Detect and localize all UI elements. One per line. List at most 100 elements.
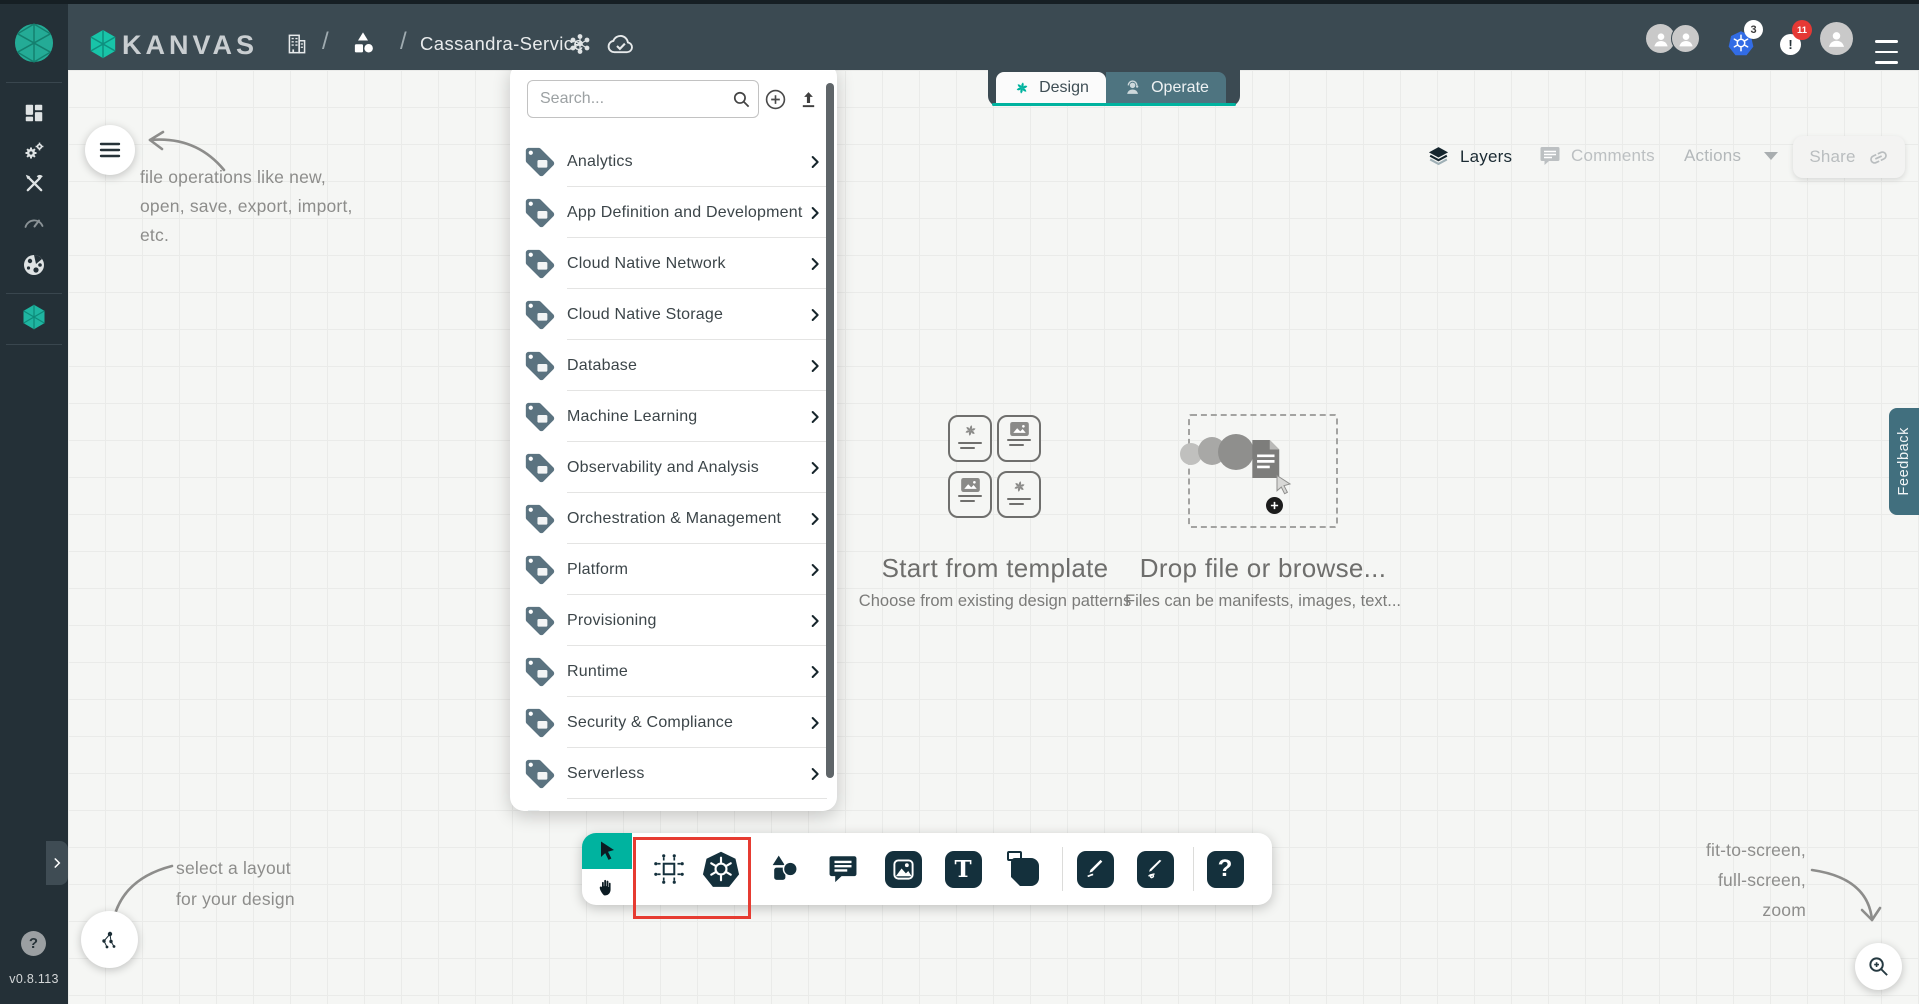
help-button[interactable]: ?	[21, 931, 46, 956]
category-row-machine-learning[interactable]: Machine Learning	[510, 391, 837, 442]
text-icon: T	[945, 851, 982, 888]
link-icon	[1868, 147, 1889, 168]
kubernetes-tool[interactable]	[702, 850, 740, 888]
shapes-workspace-icon[interactable]	[348, 28, 378, 58]
component-shape-tool[interactable]	[650, 850, 688, 888]
pan-tool[interactable]	[582, 869, 632, 905]
mode-tabs: Design Operate	[988, 70, 1240, 106]
version-label: v0.8.113	[0, 972, 68, 986]
chevron-right-icon	[807, 715, 823, 731]
runtime-icon	[522, 654, 558, 690]
tab-design[interactable]: Design	[996, 72, 1106, 103]
kanvas-sphere-logo-icon[interactable]	[0, 22, 68, 64]
help-tool[interactable]: ?	[1206, 850, 1244, 888]
chevron-right-icon	[807, 460, 823, 476]
organization-icon[interactable]	[284, 30, 310, 58]
tab-operate[interactable]: Operate	[1106, 72, 1226, 103]
category-row-security[interactable]: Security & Compliance	[510, 697, 837, 748]
storage-icon	[522, 297, 558, 333]
drop-file-subtitle: Files can be manifests, images, text...	[1103, 592, 1423, 611]
zoom-button[interactable]	[1855, 943, 1902, 990]
cursor-arrow-icon	[597, 840, 617, 862]
hand-icon	[597, 876, 617, 898]
layout-graph-icon	[98, 928, 122, 952]
layers-button[interactable]: Layers	[1426, 144, 1512, 169]
import-upload-icon[interactable]	[798, 89, 819, 110]
observability-icon	[522, 450, 558, 486]
drop-file-title[interactable]: Drop file or browse...	[1113, 553, 1413, 584]
actions-dropdown[interactable]: Actions	[1684, 146, 1779, 166]
comments-label: Comments	[1571, 146, 1655, 166]
user-menu[interactable]	[1820, 22, 1853, 55]
category-row-runtime[interactable]: Runtime	[510, 646, 837, 697]
sidebar-expand-button[interactable]	[46, 841, 68, 885]
layout-select-button[interactable]	[81, 911, 138, 968]
app-definition-icon	[522, 195, 558, 231]
mesh-relationships-icon[interactable]	[568, 32, 592, 56]
sketch-tool[interactable]	[1136, 850, 1174, 888]
annotation-zoom-controls: fit-to-screen,full-screen,zoom	[1650, 835, 1806, 925]
settings-gears-icon	[22, 139, 46, 163]
start-from-template-title[interactable]: Start from template	[845, 553, 1145, 584]
template-card[interactable]	[948, 471, 992, 518]
sidebar-item-catalog[interactable]	[0, 252, 68, 278]
zoom-in-icon	[1867, 955, 1890, 978]
chevron-right-icon	[807, 307, 823, 323]
shapes-tool[interactable]	[765, 850, 803, 888]
cloud-save-icon[interactable]	[606, 31, 636, 57]
category-row-cloud-native-storage[interactable]: Cloud Native Storage	[510, 289, 837, 340]
category-icon	[522, 807, 558, 812]
text-tool[interactable]: T	[944, 850, 982, 888]
template-card[interactable]	[948, 415, 992, 462]
kubernetes-context-button[interactable]: 3	[1728, 30, 1754, 56]
search-icon[interactable]	[732, 90, 751, 109]
feedback-tab[interactable]: Feedback	[1889, 408, 1919, 515]
menu-icon[interactable]	[1875, 36, 1898, 68]
select-tool[interactable]	[582, 833, 632, 869]
sidebar-item-toolbox[interactable]	[0, 172, 68, 195]
breadcrumb-design-name[interactable]: Cassandra-Service	[420, 33, 584, 55]
provisioning-icon	[522, 603, 558, 639]
category-row-platform[interactable]: Platform	[510, 544, 837, 595]
category-row-app-definition[interactable]: App Definition and Development	[510, 187, 837, 238]
caret-down-icon	[1763, 150, 1779, 162]
database-icon	[522, 348, 558, 384]
category-row-cloud-native-network[interactable]: Cloud Native Network	[510, 238, 837, 289]
category-row-orchestration[interactable]: Orchestration & Management	[510, 493, 837, 544]
start-from-template-subtitle: Choose from existing design patterns	[845, 592, 1145, 611]
comments-button[interactable]: Comments	[1538, 144, 1655, 168]
file-dropzone[interactable]	[1188, 414, 1338, 528]
comment-tool[interactable]	[824, 850, 862, 888]
image-tool[interactable]	[884, 850, 922, 888]
note-tool[interactable]	[1004, 850, 1042, 888]
tab-design-label: Design	[1039, 79, 1089, 97]
search-input[interactable]	[527, 80, 759, 118]
sidebar-item-performance[interactable]	[0, 211, 68, 231]
serverless-icon	[522, 756, 558, 792]
add-component-icon[interactable]	[764, 88, 787, 111]
platform-icon	[522, 552, 558, 588]
app-logo[interactable]: KANVAS	[122, 29, 258, 61]
sidebar-item-settings[interactable]	[0, 139, 68, 163]
template-card[interactable]	[997, 415, 1041, 462]
file-menu-button[interactable]	[85, 125, 135, 175]
toolbar-divider	[1062, 847, 1063, 891]
sidebar-item-dashboard[interactable]	[0, 102, 68, 124]
panel-scrollbar[interactable]	[826, 83, 834, 778]
chevron-right-icon	[807, 256, 823, 272]
breadcrumb-separator: /	[322, 28, 329, 56]
category-row-observability[interactable]: Observability and Analysis	[510, 442, 837, 493]
collaborator-avatars[interactable]	[1646, 24, 1700, 53]
template-card[interactable]	[997, 471, 1041, 518]
category-row-provisioning[interactable]: Provisioning	[510, 595, 837, 646]
category-row-database[interactable]: Database	[510, 340, 837, 391]
category-row-serverless[interactable]: Serverless	[510, 748, 837, 799]
sidebar-item-kanvas-active[interactable]	[0, 303, 68, 331]
category-row-analytics[interactable]: Analytics	[510, 136, 837, 187]
notifications-button[interactable]: ! 11	[1780, 34, 1801, 55]
tab-operate-label: Operate	[1151, 79, 1209, 97]
share-button[interactable]: Share	[1793, 136, 1905, 178]
pen-tool[interactable]	[1076, 850, 1114, 888]
note-icon	[1004, 850, 1042, 888]
category-row-partial[interactable]	[510, 799, 837, 811]
